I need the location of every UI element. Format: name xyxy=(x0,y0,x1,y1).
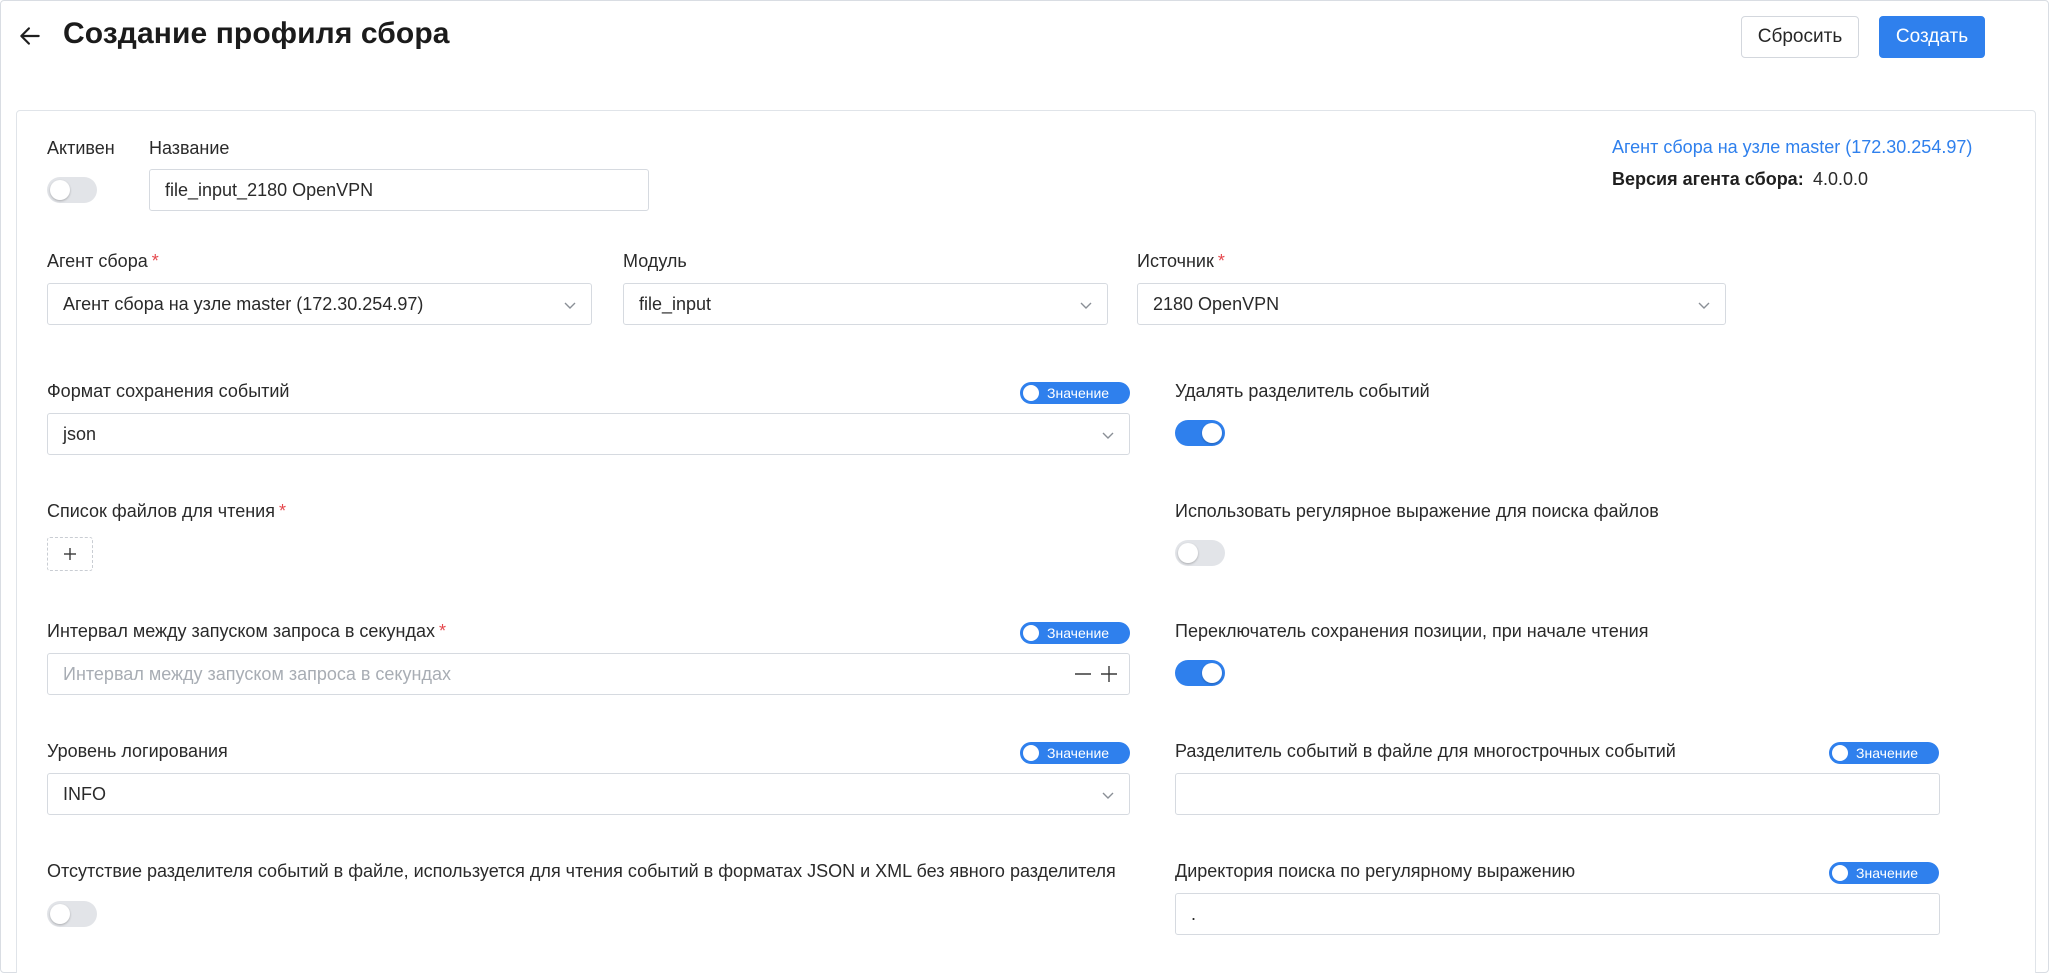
remove-delimiter-label: Удалять разделитель событий xyxy=(1175,381,1430,401)
regex-directory-label: Директория поиска по регулярному выражен… xyxy=(1175,861,1576,881)
log-level-select[interactable]: INFO xyxy=(47,773,1130,815)
format-select-value: json xyxy=(63,423,97,444)
source-select[interactable]: 2180 OpenVPN xyxy=(1137,283,1726,325)
module-select-value: file_input xyxy=(639,293,712,314)
plus-icon[interactable] xyxy=(1099,664,1119,684)
position-toggle[interactable] xyxy=(1175,660,1225,686)
interval-stepper xyxy=(1073,664,1119,684)
log-level-select-value: INFO xyxy=(63,783,106,804)
format-value-pill[interactable]: Значение xyxy=(1020,382,1130,404)
agent-select[interactable]: Агент сбора на узле master (172.30.254.9… xyxy=(47,283,592,325)
regex-toggle[interactable] xyxy=(1175,540,1225,566)
profile-form-card: Активен Название file_input_2180 OpenVPN… xyxy=(16,110,2036,973)
position-label: Переключатель сохранения позиции, при на… xyxy=(1175,621,1649,641)
reset-button[interactable]: Сбросить xyxy=(1741,16,1859,58)
agent-label: Агент сбора * xyxy=(47,251,159,272)
interval-value-pill[interactable]: Значение xyxy=(1020,622,1130,644)
toggle-knob xyxy=(50,904,70,924)
pill-label: Значение xyxy=(1856,745,1919,761)
pill-label: Значение xyxy=(1856,865,1919,881)
interval-label-text: Интервал между запуском запроса в секунд… xyxy=(47,621,435,641)
pill-knob xyxy=(1832,865,1848,881)
add-file-button[interactable] xyxy=(47,537,93,571)
required-mark: * xyxy=(151,251,159,271)
source-label: Источник * xyxy=(1137,251,1225,272)
toggle-knob xyxy=(1202,423,1222,443)
toggle-knob xyxy=(50,180,70,200)
chevron-down-icon xyxy=(1698,302,1710,309)
name-label: Название xyxy=(149,138,230,158)
log-level-label: Уровень логирования xyxy=(47,741,228,761)
page-title: Создание профиля сбора xyxy=(63,17,450,50)
pill-knob xyxy=(1023,625,1039,641)
active-toggle[interactable] xyxy=(47,177,97,203)
no-delimiter-label: Отсутствие разделителя событий в файле, … xyxy=(47,861,1116,881)
page: Создание профиля сбора Сбросить Создать … xyxy=(0,0,2049,973)
files-label: Список файлов для чтения * xyxy=(47,501,286,522)
pill-label: Значение xyxy=(1047,745,1110,761)
source-label-text: Источник xyxy=(1137,251,1214,271)
required-mark: * xyxy=(278,501,286,521)
no-delimiter-toggle[interactable] xyxy=(47,901,97,927)
agent-label-text: Агент сбора xyxy=(47,251,148,271)
multiline-value-pill[interactable]: Значение xyxy=(1829,742,1939,764)
regex-label: Использовать регулярное выражение для по… xyxy=(1175,501,1659,521)
log-level-value-pill[interactable]: Значение xyxy=(1020,742,1130,764)
remove-delimiter-toggle[interactable] xyxy=(1175,420,1225,446)
module-label: Модуль xyxy=(623,251,687,271)
name-input[interactable]: file_input_2180 OpenVPN xyxy=(149,169,649,211)
regex-directory-value-pill[interactable]: Значение xyxy=(1829,862,1939,884)
toggle-knob xyxy=(1202,663,1222,683)
format-select[interactable]: json xyxy=(47,413,1130,455)
agent-link[interactable]: Агент сбора на узле master (172.30.254.9… xyxy=(1612,137,1972,158)
required-mark: * xyxy=(1217,251,1225,271)
minus-icon[interactable] xyxy=(1073,664,1093,684)
chevron-down-icon xyxy=(1102,432,1114,439)
chevron-down-icon xyxy=(1102,792,1114,799)
format-label: Формат сохранения событий xyxy=(47,381,290,401)
pill-label: Значение xyxy=(1047,625,1110,641)
files-label-text: Список файлов для чтения xyxy=(47,501,275,521)
pill-label: Значение xyxy=(1047,385,1110,401)
plus-icon xyxy=(64,548,76,560)
pill-knob xyxy=(1023,745,1039,761)
chevron-down-icon xyxy=(564,302,576,309)
create-button[interactable]: Создать xyxy=(1879,16,1985,58)
agent-version-value: 4.0.0.0 xyxy=(1813,169,1869,189)
active-label: Активен xyxy=(47,138,115,158)
interval-input[interactable]: Интервал между запуском запроса в секунд… xyxy=(47,653,1130,695)
toggle-knob xyxy=(1178,543,1198,563)
back-arrow-icon[interactable] xyxy=(17,23,43,49)
chevron-down-icon xyxy=(1080,302,1092,309)
interval-placeholder: Интервал между запуском запроса в секунд… xyxy=(63,663,451,684)
required-mark: * xyxy=(438,621,446,641)
interval-label: Интервал между запуском запроса в секунд… xyxy=(47,621,446,642)
pill-knob xyxy=(1832,745,1848,761)
agent-select-value: Агент сбора на узле master (172.30.254.9… xyxy=(63,293,424,314)
module-select[interactable]: file_input xyxy=(623,283,1108,325)
source-select-value: 2180 OpenVPN xyxy=(1153,293,1280,314)
pill-knob xyxy=(1023,385,1039,401)
regex-directory-input[interactable]: . xyxy=(1175,893,1940,935)
multiline-delimiter-input[interactable] xyxy=(1175,773,1940,815)
agent-version-label: Версия агента сбора: xyxy=(1612,169,1804,189)
multiline-delimiter-label: Разделитель событий в файле для многостр… xyxy=(1175,741,1676,761)
